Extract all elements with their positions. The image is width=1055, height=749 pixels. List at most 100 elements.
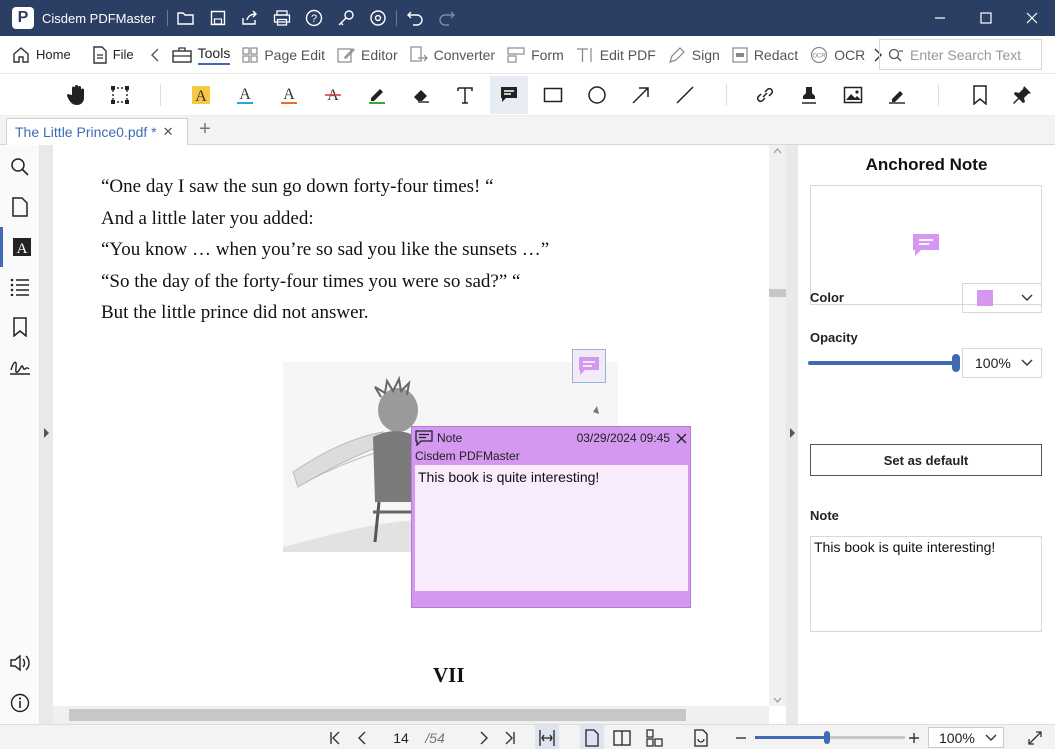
- menu-editor[interactable]: Editor: [331, 36, 404, 74]
- select-area-icon[interactable]: [101, 76, 139, 114]
- hand-tool-icon[interactable]: [58, 76, 96, 114]
- menu-form[interactable]: Form: [501, 36, 570, 74]
- anchored-note-tool-icon[interactable]: [490, 76, 528, 114]
- opacity-select[interactable]: 100%: [962, 348, 1042, 378]
- open-folder-icon[interactable]: [170, 0, 202, 36]
- horizontal-scroll-thumb[interactable]: [69, 709, 686, 721]
- menu-sign[interactable]: Sign: [662, 36, 726, 74]
- close-tab-icon[interactable]: ✕: [163, 124, 174, 140]
- opacity-slider[interactable]: [808, 354, 960, 372]
- line-icon[interactable]: [666, 76, 704, 114]
- undo-icon[interactable]: [399, 0, 431, 36]
- menu-scroll-left[interactable]: [144, 36, 166, 74]
- menu-edit-pdf[interactable]: Edit PDF: [570, 36, 662, 74]
- text-box-icon[interactable]: [446, 76, 484, 114]
- thumbnails-icon[interactable]: [0, 187, 40, 227]
- vertical-scroll-thumb[interactable]: [769, 289, 786, 297]
- save-icon[interactable]: [202, 0, 234, 36]
- color-picker[interactable]: [962, 283, 1042, 313]
- rectangle-icon[interactable]: [534, 76, 572, 114]
- fullscreen-icon[interactable]: [1023, 725, 1047, 749]
- current-page[interactable]: 14: [385, 725, 417, 749]
- help-icon[interactable]: ?: [298, 0, 330, 36]
- squiggly-icon[interactable]: A: [270, 76, 308, 114]
- menu-tools[interactable]: Tools: [166, 36, 237, 74]
- zoom-out-icon[interactable]: [731, 725, 751, 749]
- last-page-icon[interactable]: [500, 725, 520, 749]
- underline-icon[interactable]: A: [226, 76, 264, 114]
- maximize-button[interactable]: [963, 0, 1009, 36]
- signatures-panel-icon[interactable]: [0, 347, 40, 387]
- note-popup-text[interactable]: This book is quite interesting!: [415, 465, 688, 591]
- note-popup[interactable]: Note 03/29/2024 09:45 Cisdem PDFMaster T…: [411, 426, 691, 608]
- minimize-button[interactable]: [917, 0, 963, 36]
- info-icon[interactable]: [0, 683, 40, 723]
- document-text: “One day I saw the sun go down forty-fou…: [101, 171, 549, 329]
- print-icon[interactable]: [266, 0, 298, 36]
- eraser-icon[interactable]: [402, 76, 440, 114]
- opacity-slider-handle[interactable]: [952, 354, 960, 372]
- image-icon[interactable]: [834, 76, 872, 114]
- menu-home[interactable]: Home: [6, 36, 77, 74]
- key-icon[interactable]: [330, 0, 362, 36]
- next-page-icon[interactable]: [474, 725, 494, 749]
- menu-file[interactable]: File: [87, 36, 140, 74]
- horizontal-scrollbar[interactable]: [53, 706, 769, 724]
- close-window-button[interactable]: [1009, 0, 1055, 36]
- zoom-slider[interactable]: [755, 731, 905, 744]
- annotations-panel-icon[interactable]: A: [0, 227, 40, 267]
- strikethrough-icon[interactable]: A: [314, 76, 352, 114]
- freehand-pen-icon[interactable]: [358, 76, 396, 114]
- stamp-icon[interactable]: [790, 76, 828, 114]
- first-page-icon[interactable]: [325, 725, 345, 749]
- svg-text:OCR: OCR: [813, 53, 827, 59]
- menu-sign-label: Sign: [691, 46, 720, 63]
- opacity-value: 100%: [975, 355, 1011, 371]
- total-pages: /54: [425, 729, 445, 746]
- menu-redact[interactable]: Redact: [726, 36, 804, 74]
- previous-page-icon[interactable]: [352, 725, 372, 749]
- search-box[interactable]: [879, 39, 1042, 70]
- menu-ocr-label: OCR: [834, 46, 866, 63]
- page-grid-icon: [242, 46, 258, 63]
- anchored-note-marker[interactable]: [572, 349, 606, 383]
- two-page-icon[interactable]: [610, 725, 634, 749]
- bookmarks-panel-icon[interactable]: [0, 307, 40, 347]
- zoom-select[interactable]: 100%: [928, 727, 1004, 748]
- right-panel-toggle[interactable]: [786, 145, 798, 724]
- read-aloud-icon[interactable]: [0, 643, 40, 683]
- note-preview-icon: [913, 234, 939, 256]
- add-tab-button[interactable]: +: [195, 119, 215, 140]
- highlight-icon[interactable]: A: [182, 76, 220, 114]
- share-icon[interactable]: [234, 0, 266, 36]
- document-tab[interactable]: The Little Prince0.pdf * ✕: [6, 118, 188, 145]
- rotate-page-icon[interactable]: [689, 725, 713, 749]
- fit-width-icon[interactable]: [535, 725, 559, 749]
- link-icon[interactable]: [746, 76, 784, 114]
- zoom-in-icon[interactable]: [904, 725, 924, 749]
- close-note-icon[interactable]: [676, 433, 687, 444]
- menu-ocr[interactable]: OCR OCR: [804, 36, 871, 74]
- pin-icon[interactable]: [1003, 76, 1041, 114]
- ellipse-icon[interactable]: [578, 76, 616, 114]
- left-panel-toggle[interactable]: [40, 145, 53, 724]
- settings-icon[interactable]: [362, 0, 394, 36]
- divider: [167, 10, 169, 26]
- set-default-button[interactable]: Set as default: [810, 444, 1042, 476]
- arrow-icon[interactable]: [622, 76, 660, 114]
- outline-icon[interactable]: [0, 267, 40, 307]
- redo-icon[interactable]: [431, 0, 463, 36]
- divider: [726, 84, 727, 106]
- vertical-scrollbar[interactable]: [769, 145, 786, 706]
- zoom-slider-handle[interactable]: [824, 731, 830, 744]
- search-panel-icon[interactable]: [0, 147, 40, 187]
- signature-icon[interactable]: [878, 76, 916, 114]
- note-textarea[interactable]: This book is quite interesting!: [810, 536, 1042, 632]
- panel-title: Anchored Note: [865, 155, 988, 174]
- single-page-icon[interactable]: [580, 725, 604, 749]
- search-input[interactable]: [910, 46, 1038, 63]
- menu-converter[interactable]: Converter: [404, 36, 501, 74]
- menu-page-edit[interactable]: Page Edit: [236, 36, 331, 74]
- scroll-mode-icon[interactable]: [643, 725, 667, 749]
- bookmark-icon[interactable]: [961, 76, 999, 114]
